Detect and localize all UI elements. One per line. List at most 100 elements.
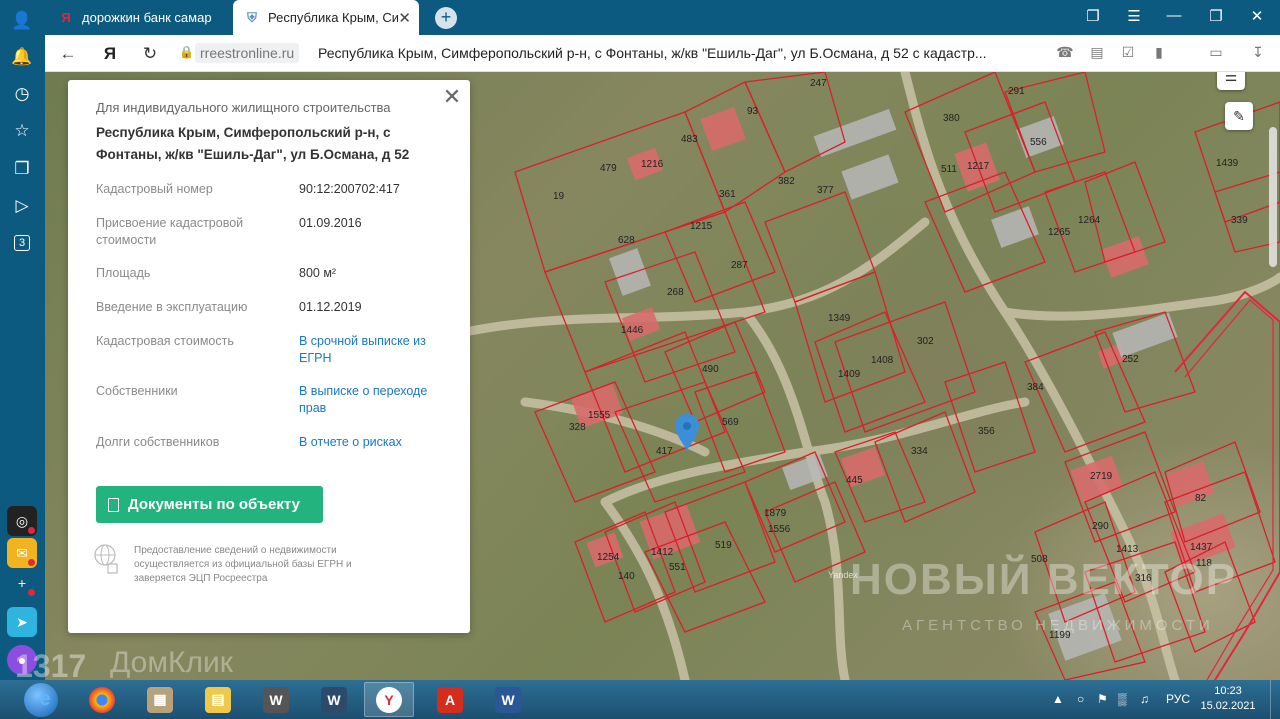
- show-desktop-button[interactable]: [1270, 680, 1280, 719]
- send-app-icon[interactable]: ➤: [7, 607, 37, 637]
- word-icon[interactable]: W: [483, 682, 533, 717]
- parcel-label: 334: [911, 446, 928, 457]
- clock-date: 15.02.2021: [1200, 700, 1256, 712]
- parcel-label: 328: [569, 422, 586, 433]
- parcel-label: 551: [669, 562, 686, 573]
- reader-mode-icon[interactable]: ▤: [1087, 44, 1107, 64]
- parcel-label: 291: [1008, 86, 1025, 97]
- new-tab-button[interactable]: +: [435, 7, 457, 29]
- tab-strip: Я дорожкин банк самара — ⛨ Республика Кр…: [45, 0, 1280, 35]
- domclick-watermark: ДомКлик: [110, 646, 233, 679]
- bookmarks-panel-icon[interactable]: ❐: [1082, 7, 1104, 25]
- agency-watermark: НОВЫЙ ВЕКТОР: [850, 555, 1238, 604]
- parcel-label: 556: [1030, 137, 1047, 148]
- rosreestr-shield-icon: ⛨: [247, 9, 257, 25]
- network-signal-icon[interactable]: ▒: [1118, 692, 1127, 706]
- tab-rosreestr[interactable]: ⛨ Республика Крым, Сим ✕: [233, 0, 419, 35]
- close-window-icon[interactable]: ✕: [1246, 7, 1268, 25]
- tray-app-icon[interactable]: ○: [1077, 692, 1084, 706]
- tab-search[interactable]: Я дорожкин банк самара —: [47, 0, 232, 35]
- parcel-label: 1215: [690, 221, 713, 232]
- parcel-label: 569: [722, 417, 739, 428]
- documents-button-label: Документы по объекту: [128, 496, 300, 513]
- info-label: Долги собственников: [96, 435, 220, 449]
- mail-app-icon[interactable]: ✉: [7, 538, 37, 568]
- parcel-label: 356: [978, 426, 995, 437]
- alice-app-icon[interactable]: ◎: [7, 506, 37, 536]
- cadastral-value-link[interactable]: В срочной выписке из ЕГРН: [299, 333, 449, 367]
- world-of-warships-icon[interactable]: W: [309, 682, 359, 717]
- info-value: 01.09.2016: [299, 216, 362, 230]
- parcel-label: 1437: [1190, 542, 1213, 553]
- collections-icon[interactable]: ❐: [8, 155, 36, 183]
- parcel-label: 1555: [588, 410, 611, 421]
- tab-title: дорожкин банк самара —: [82, 10, 212, 25]
- battery-icon[interactable]: ▭: [1206, 44, 1226, 64]
- add-app-icon[interactable]: +: [7, 568, 37, 598]
- parcel-label: 1349: [828, 313, 851, 324]
- map-provider-label: Yandex: [828, 570, 858, 580]
- file-explorer-icon[interactable]: ▤: [193, 682, 243, 717]
- layers-icon[interactable]: ☰: [1217, 72, 1245, 90]
- close-tab-icon[interactable]: ✕: [398, 9, 411, 27]
- info-label: Собственники: [96, 384, 178, 398]
- page-title-in-url[interactable]: Республика Крым, Симферопольский р-н, с …: [318, 45, 1033, 61]
- parcel-label: 1408: [871, 355, 894, 366]
- yandex-browser-icon[interactable]: Y: [364, 682, 414, 717]
- close-icon[interactable]: ✕: [442, 84, 462, 110]
- ruler-icon[interactable]: ✎: [1225, 102, 1253, 130]
- acrobat-icon[interactable]: A: [425, 682, 475, 717]
- info-value: 01.12.2019: [299, 300, 362, 314]
- bookmarks-star-icon[interactable]: ☆: [8, 117, 36, 145]
- ie-icon[interactable]: e: [20, 682, 70, 717]
- parcel-label: 339: [1231, 215, 1248, 226]
- action-center-flag-icon[interactable]: ⚑: [1097, 692, 1108, 706]
- clock-time: 10:23: [1214, 685, 1242, 697]
- parcel-label: 1412: [651, 547, 674, 558]
- address-bar: ← Я ↻ 🔒 rreestronline.ru Республика Крым…: [45, 35, 1280, 72]
- parcel-label: 1446: [621, 325, 644, 336]
- parcel-label: 1217: [967, 161, 990, 172]
- parcel-label: 1879: [764, 508, 787, 519]
- profile-icon[interactable]: 👤: [8, 7, 36, 35]
- notifications-bell-icon[interactable]: 🔔: [8, 43, 36, 71]
- yandex-home-icon[interactable]: Я: [99, 43, 121, 65]
- parcel-label: 1254: [597, 552, 620, 563]
- protect-icon[interactable]: ☑: [1118, 44, 1138, 64]
- reload-icon[interactable]: ↻: [139, 43, 161, 65]
- minimize-icon[interactable]: —: [1163, 7, 1185, 24]
- play-video-icon[interactable]: ▷: [8, 192, 36, 220]
- chrome-icon[interactable]: [77, 682, 127, 717]
- menu-icon[interactable]: ☰: [1123, 7, 1145, 25]
- archive-icon[interactable]: ▦: [135, 682, 185, 717]
- parcel-label: 93: [747, 106, 759, 117]
- info-value: 90:12:200702:417: [299, 182, 400, 196]
- documents-button[interactable]: Документы по объекту: [96, 486, 323, 523]
- volume-icon[interactable]: ♫: [1140, 692, 1149, 706]
- info-label: Площадь: [96, 266, 151, 280]
- language-indicator[interactable]: РУС: [1166, 692, 1190, 706]
- parcel-label: 511: [941, 164, 957, 175]
- back-arrow-icon[interactable]: ←: [57, 43, 79, 65]
- parcel-label: 1216: [641, 159, 664, 170]
- bookmark-icon[interactable]: ▮: [1149, 44, 1169, 64]
- parcel-label: 247: [810, 78, 827, 89]
- taskbar-clock[interactable]: 10:23 15.02.2021: [1198, 684, 1258, 714]
- egrn-disclaimer: Предоставление сведений о недвижимости о…: [134, 545, 352, 584]
- history-clock-icon[interactable]: ◷: [8, 80, 36, 108]
- tabs-count-button[interactable]: 3: [8, 229, 36, 257]
- map-scrollbar[interactable]: [1269, 127, 1277, 267]
- parcel-label: 140: [618, 571, 635, 582]
- parcel-label: 1265: [1048, 227, 1071, 238]
- tray-expand-icon[interactable]: ▲: [1052, 692, 1064, 706]
- owners-link[interactable]: В выписке о переходе прав: [299, 383, 449, 417]
- world-of-tanks-icon[interactable]: W: [251, 682, 301, 717]
- parcel-label: 2719: [1090, 471, 1113, 482]
- url-domain[interactable]: rreestronline.ru: [195, 43, 300, 63]
- download-icon[interactable]: ↧: [1248, 44, 1268, 64]
- restore-icon[interactable]: ❐: [1205, 7, 1227, 25]
- risk-report-link[interactable]: В отчете о рисках: [299, 434, 449, 451]
- info-label: Присвоение кадастровой стоимости: [96, 216, 244, 247]
- location-pin-icon[interactable]: [675, 414, 699, 450]
- headphones-icon[interactable]: ☎: [1055, 44, 1075, 64]
